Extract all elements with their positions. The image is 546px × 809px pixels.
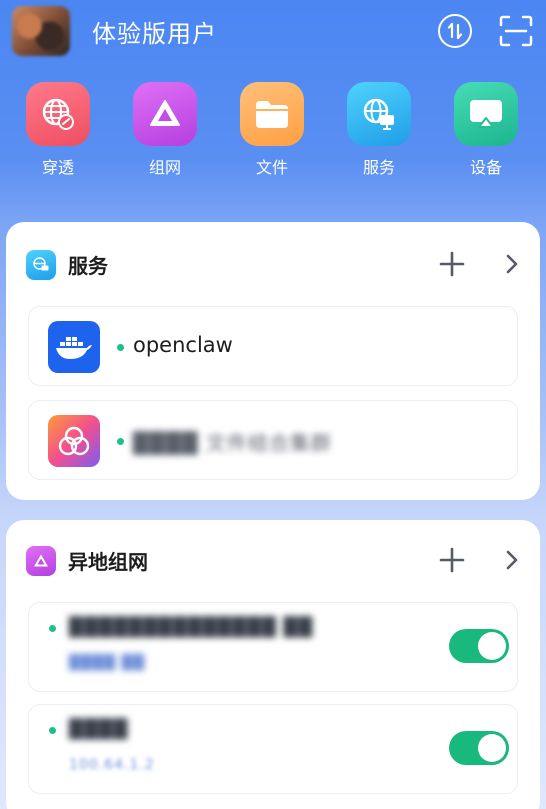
network-item[interactable]: ██████████████ ██ ████ ██ <box>28 602 518 692</box>
services-card-header: 服务 <box>26 248 520 280</box>
quick-action-label: 穿透 <box>41 158 74 177</box>
services-card: 服务 openclaw ████ 文件结合集群 <box>6 222 540 500</box>
globe-monitor-icon <box>347 82 411 146</box>
quick-action-services[interactable]: 服务 <box>339 82 419 178</box>
quick-action-label: 文件 <box>255 158 288 177</box>
status-dot <box>117 344 124 351</box>
device-cast-icon <box>454 82 518 146</box>
status-dot <box>117 438 124 445</box>
services-card-title: 服务 <box>68 254 108 278</box>
photos-app-icon <box>48 415 100 467</box>
quick-action-devices[interactable]: 设备 <box>446 82 526 178</box>
network-card-title: 异地组网 <box>68 550 148 574</box>
docker-icon <box>48 321 100 373</box>
service-item[interactable]: openclaw <box>28 306 518 386</box>
status-dot <box>49 625 56 632</box>
scan-icon[interactable] <box>498 14 534 48</box>
network-triangle-icon <box>133 82 197 146</box>
service-name: ████ 文件结合集群 <box>133 431 332 455</box>
chevron-right-icon[interactable] <box>500 252 524 276</box>
network-name: ██████████████ ██ <box>69 617 314 638</box>
add-network-button[interactable] <box>438 546 466 574</box>
network-triangle-icon <box>26 546 56 576</box>
quick-action-label: 组网 <box>148 158 181 177</box>
quick-action-penetrate[interactable]: 穿透 <box>18 82 98 178</box>
quick-action-network[interactable]: 组网 <box>125 82 205 178</box>
toggle-knob <box>478 734 506 762</box>
user-name[interactable]: 体验版用户 <box>92 14 217 49</box>
network-address: 100.64.1.2 <box>69 757 155 773</box>
network-name: ████ <box>69 719 129 740</box>
quick-action-files[interactable]: 文件 <box>232 82 312 178</box>
app-header: 体验版用户 <box>0 0 546 68</box>
network-toggle[interactable] <box>449 731 509 765</box>
network-item[interactable]: ████ 100.64.1.2 <box>28 704 518 794</box>
network-toggle[interactable] <box>449 629 509 663</box>
network-card-header: 异地组网 <box>26 544 520 576</box>
quick-action-label: 设备 <box>469 158 502 177</box>
globe-monitor-icon <box>26 250 56 280</box>
folder-icon <box>240 82 304 146</box>
chevron-right-icon[interactable] <box>500 548 524 572</box>
quick-actions: 穿透 组网 文件 服务 设备 <box>0 82 546 182</box>
quick-action-label: 服务 <box>362 158 395 177</box>
status-dot <box>49 727 56 734</box>
service-item[interactable]: ████ 文件结合集群 <box>28 400 518 480</box>
sync-icon[interactable] <box>438 14 472 48</box>
network-address: ████ ██ <box>69 655 146 671</box>
toggle-knob <box>478 632 506 660</box>
avatar[interactable] <box>12 6 70 56</box>
add-service-button[interactable] <box>438 250 466 278</box>
service-name: openclaw <box>133 333 233 357</box>
globe-link-icon <box>26 82 90 146</box>
network-card: 异地组网 ██████████████ ██ ████ ██ ████ 100.… <box>6 520 540 809</box>
